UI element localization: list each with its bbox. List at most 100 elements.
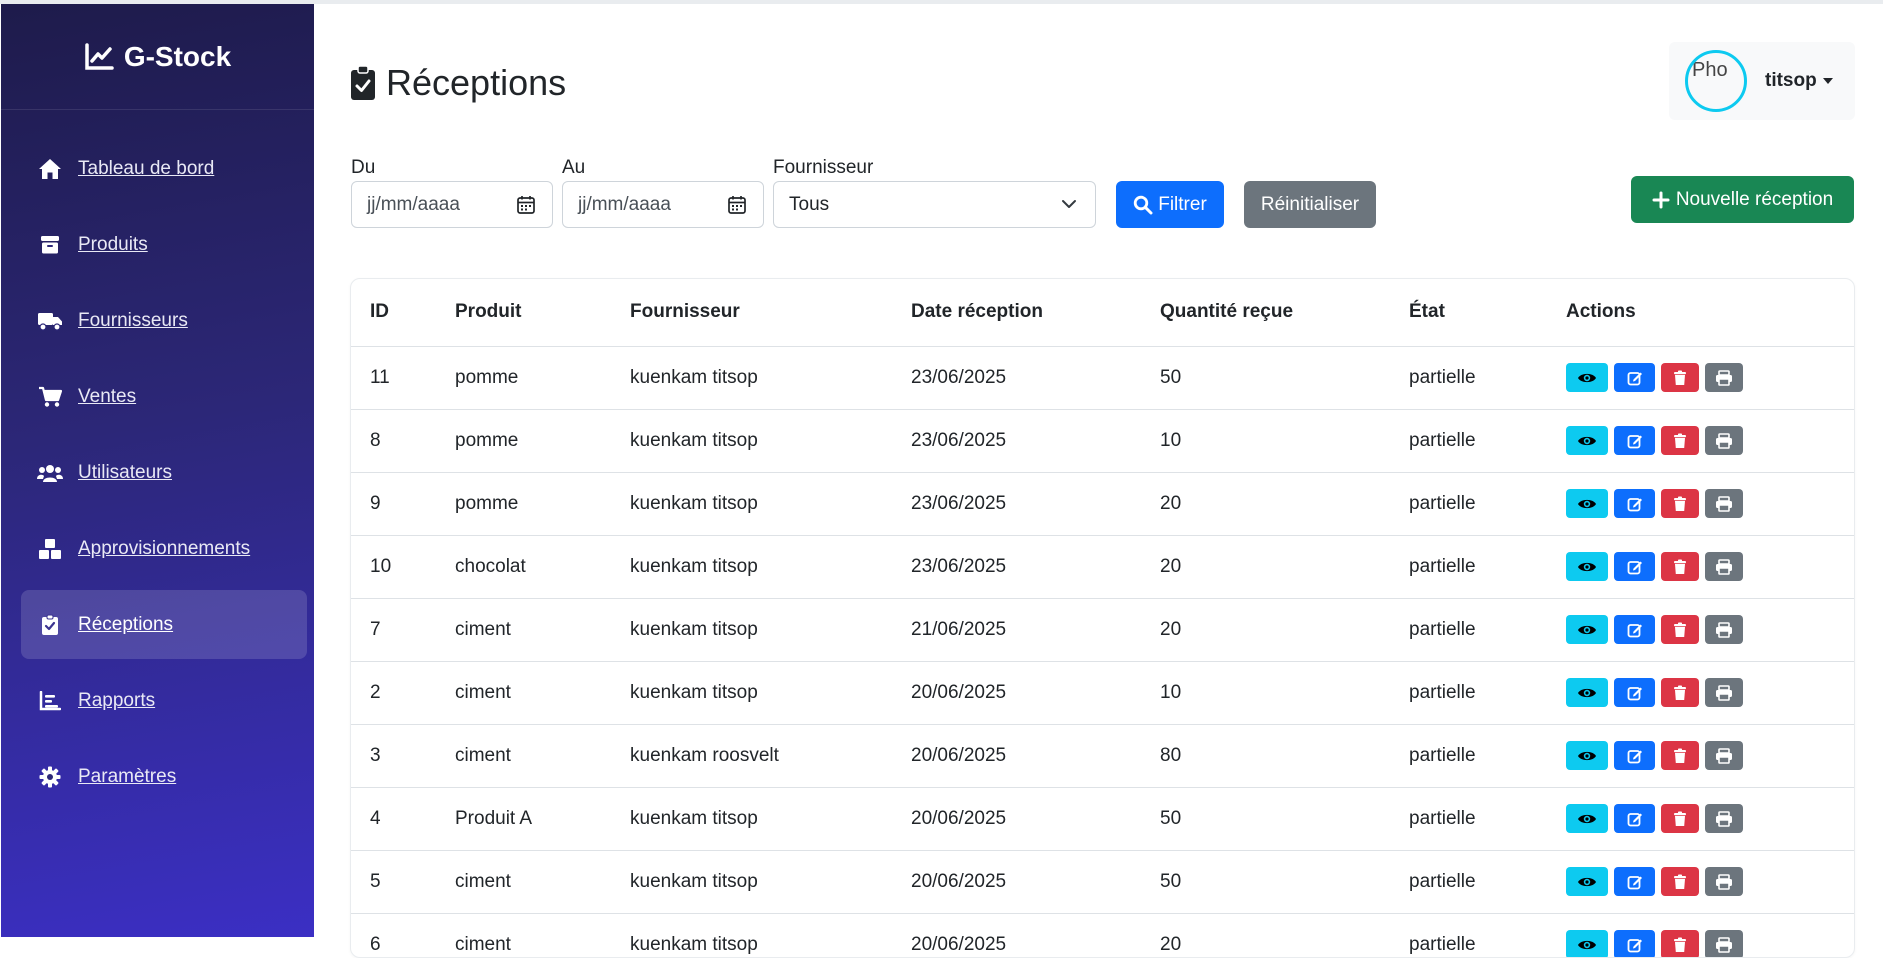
- trash-icon: [1673, 496, 1687, 512]
- sidebar-item-sales[interactable]: Ventes: [21, 362, 307, 431]
- view-button[interactable]: [1566, 804, 1608, 833]
- delete-button[interactable]: [1661, 678, 1699, 707]
- printer-icon: [1715, 369, 1733, 386]
- table-row: 10 chocolat kuenkam titsop 23/06/2025 20 part…: [351, 535, 1854, 599]
- sidebar-item-dashboard[interactable]: Tableau de bord: [21, 134, 307, 203]
- filter-button[interactable]: Filtrer: [1116, 181, 1224, 228]
- sidebar-item-supplies[interactable]: Approvisionnements: [21, 514, 307, 583]
- print-button[interactable]: [1705, 489, 1743, 518]
- view-button[interactable]: [1566, 615, 1608, 644]
- edit-button[interactable]: [1614, 804, 1655, 833]
- delete-button[interactable]: [1661, 363, 1699, 392]
- eye-icon: [1577, 371, 1597, 385]
- print-button[interactable]: [1705, 363, 1743, 392]
- cell-supplier: kuenkam titsop: [611, 661, 892, 725]
- row-actions: [1566, 552, 1854, 581]
- print-button[interactable]: [1705, 615, 1743, 644]
- user-menu[interactable]: Pho titsop: [1669, 42, 1855, 120]
- column-header-product[interactable]: Produit: [436, 279, 611, 347]
- trash-icon: [1673, 622, 1687, 638]
- view-button[interactable]: [1566, 552, 1608, 581]
- view-button[interactable]: [1566, 489, 1608, 518]
- row-actions: [1566, 804, 1854, 833]
- to-date-input[interactable]: jj/mm/aaaa: [562, 181, 764, 228]
- edit-button[interactable]: [1614, 930, 1655, 957]
- sidebar-item-products[interactable]: Produits: [21, 210, 307, 279]
- print-button[interactable]: [1705, 552, 1743, 581]
- column-header-quantity[interactable]: Quantité reçue: [1141, 279, 1390, 347]
- brand[interactable]: G-Stock: [1, 4, 314, 110]
- print-button[interactable]: [1705, 426, 1743, 455]
- reset-button[interactable]: Réinitialiser: [1244, 181, 1376, 228]
- delete-button[interactable]: [1661, 741, 1699, 770]
- eye-icon: [1577, 812, 1597, 826]
- edit-button[interactable]: [1614, 363, 1655, 392]
- delete-button[interactable]: [1661, 426, 1699, 455]
- print-button[interactable]: [1705, 867, 1743, 896]
- delete-button[interactable]: [1661, 615, 1699, 644]
- edit-button[interactable]: [1614, 741, 1655, 770]
- delete-button[interactable]: [1661, 930, 1699, 957]
- column-header-status[interactable]: État: [1390, 279, 1547, 347]
- print-button[interactable]: [1705, 741, 1743, 770]
- view-button[interactable]: [1566, 930, 1608, 957]
- cell-id: 11: [351, 346, 436, 410]
- column-header-supplier[interactable]: Fournisseur: [611, 279, 892, 347]
- print-button[interactable]: [1705, 678, 1743, 707]
- cell-quantity: 10: [1141, 409, 1390, 473]
- edit-button[interactable]: [1614, 552, 1655, 581]
- from-date-input[interactable]: jj/mm/aaaa: [351, 181, 553, 228]
- sidebar-item-settings[interactable]: Paramètres: [21, 742, 307, 811]
- column-header-date[interactable]: Date réception: [892, 279, 1141, 347]
- edit-button[interactable]: [1614, 489, 1655, 518]
- supplier-select[interactable]: Tous: [773, 181, 1096, 228]
- row-actions: [1566, 741, 1854, 770]
- edit-button[interactable]: [1614, 426, 1655, 455]
- print-button[interactable]: [1705, 804, 1743, 833]
- chart-bar-icon: [36, 687, 64, 715]
- delete-button[interactable]: [1661, 552, 1699, 581]
- cell-date: 23/06/2025: [892, 409, 1141, 473]
- cell-status: partielle: [1390, 787, 1547, 851]
- print-button[interactable]: [1705, 930, 1743, 957]
- view-button[interactable]: [1566, 678, 1608, 707]
- column-header-id[interactable]: ID: [351, 279, 436, 347]
- sidebar: G-Stock Tableau de bord Produits Fournis…: [1, 4, 314, 937]
- cell-quantity: 50: [1141, 346, 1390, 410]
- boxes-icon: [36, 535, 64, 563]
- row-actions: [1566, 426, 1854, 455]
- edit-icon: [1627, 811, 1643, 827]
- from-date-label: Du: [351, 157, 376, 178]
- sidebar-item-receptions[interactable]: Réceptions: [21, 590, 307, 659]
- delete-button[interactable]: [1661, 804, 1699, 833]
- cell-product: chocolat: [436, 535, 611, 599]
- cell-status: partielle: [1390, 346, 1547, 410]
- edit-button[interactable]: [1614, 867, 1655, 896]
- sidebar-item-users[interactable]: Utilisateurs: [21, 438, 307, 507]
- sidebar-item-reports[interactable]: Rapports: [21, 666, 307, 735]
- cell-actions: [1547, 724, 1854, 788]
- sidebar-item-label: Produits: [78, 233, 148, 255]
- trash-icon: [1673, 811, 1687, 827]
- view-button[interactable]: [1566, 426, 1608, 455]
- gear-icon: [36, 763, 64, 791]
- cell-id: 4: [351, 787, 436, 851]
- sidebar-item-suppliers[interactable]: Fournisseurs: [21, 286, 307, 355]
- view-button[interactable]: [1566, 741, 1608, 770]
- new-reception-button[interactable]: Nouvelle réception: [1631, 176, 1854, 223]
- sidebar-item-label: Paramètres: [78, 765, 177, 787]
- row-actions: [1566, 489, 1854, 518]
- cell-actions: [1547, 913, 1854, 957]
- view-button[interactable]: [1566, 867, 1608, 896]
- cell-id: 8: [351, 409, 436, 473]
- edit-button[interactable]: [1614, 615, 1655, 644]
- delete-button[interactable]: [1661, 867, 1699, 896]
- delete-button[interactable]: [1661, 489, 1699, 518]
- page-title-text: Réceptions: [386, 62, 567, 103]
- edit-button[interactable]: [1614, 678, 1655, 707]
- view-button[interactable]: [1566, 363, 1608, 392]
- cart-icon: [36, 383, 64, 411]
- sidebar-item-label: Approvisionnements: [78, 537, 251, 559]
- cell-product: Produit A: [436, 787, 611, 851]
- row-actions: [1566, 930, 1854, 957]
